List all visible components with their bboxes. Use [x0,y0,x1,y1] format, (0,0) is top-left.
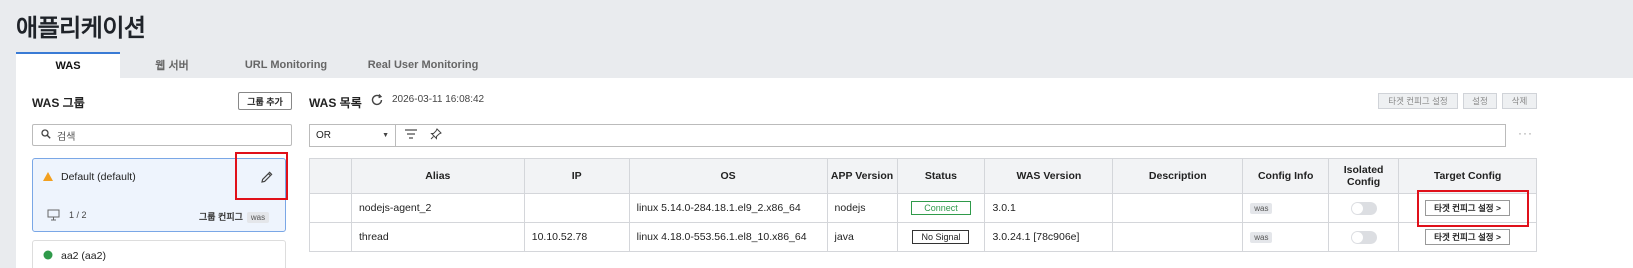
config-info-cell: was [1242,193,1330,223]
was-list-title: WAS 목록 [309,96,362,110]
settings-button[interactable]: 설정 [1463,93,1497,109]
pin-icon[interactable] [430,127,442,145]
os-cell: linux 4.18.0-553.56.1.el8_10.x86_64 [628,222,828,252]
status-cell: Connect [896,193,986,223]
tab-web-server[interactable]: 웹 서버 [120,52,224,78]
filter-icon[interactable] [404,127,418,145]
table-row[interactable]: thread 10.10.52.78 linux 4.18.0-553.56.1… [309,222,1537,252]
column-header[interactable]: Config Info [1242,158,1330,194]
main-panel: WAS 그룹 그룹 추가 검색 Default (default) 1 / 2 … [16,78,1633,268]
monitor-icon [47,208,61,226]
column-header[interactable]: Description [1112,158,1244,194]
column-header-select[interactable] [309,158,352,194]
group-name: Default (default) [61,171,136,183]
description-cell [1112,193,1244,223]
table-row[interactable]: nodejs-agent_2 linux 5.14.0-284.18.1.el9… [309,193,1537,223]
config-info-cell: was [1242,222,1330,252]
highlight-box-target-config [1417,190,1529,227]
delete-button[interactable]: 삭제 [1502,93,1537,109]
isolated-config-cell [1328,222,1400,252]
alias-cell: thread [350,222,525,252]
column-header[interactable]: Alias [350,158,525,194]
tab-was[interactable]: WAS [16,52,120,78]
alias-cell: nodejs-agent_2 [350,193,525,223]
group-card-aa2[interactable]: aa2 (aa2) [32,240,286,268]
was-version-cell: 3.0.24.1 [78c906e] [984,222,1114,252]
was-version-cell: 3.0.1 [984,193,1114,223]
column-header[interactable]: Isolated Config [1328,158,1400,194]
operator-select[interactable]: OR ▼ [310,125,396,146]
highlight-box-edit [235,152,288,200]
status-badge: No Signal [912,230,970,244]
target-config-button[interactable]: 타겟 컨피그 설정 [1378,93,1458,109]
group-config-text: 그룹 컨피그 [199,212,243,222]
last-updated-timestamp: 2026-03-11 16:08:42 [392,94,485,105]
config-chip: was [1250,203,1273,214]
column-header[interactable]: APP Version [826,158,898,194]
column-header[interactable]: Status [896,158,986,194]
chevron-down-icon: ▼ [382,132,389,139]
table-header-row: Alias IP OS APP Version Status WAS Versi… [309,158,1537,194]
warning-icon [43,172,53,181]
os-cell: linux 5.14.0-284.18.1.el9_2.x86_64 [628,193,828,223]
app-version-cell: nodejs [826,193,898,223]
refresh-icon[interactable] [370,93,384,112]
group-title: WAS 그룹 [32,96,85,110]
description-cell [1112,222,1244,252]
group-config-chip: was [246,212,270,223]
more-options-icon[interactable]: ··· [1518,126,1533,140]
filter-bar: OR ▼ [309,124,1506,147]
add-group-button[interactable]: 그룹 추가 [238,92,292,110]
group-config-label: 그룹 컨피그 was [199,210,270,223]
column-header[interactable]: Target Config [1398,158,1537,194]
search-icon [41,126,51,144]
status-cell: No Signal [896,222,986,252]
ip-cell: 10.10.52.78 [523,222,630,252]
column-header[interactable]: WAS Version [984,158,1114,194]
was-table: Alias IP OS APP Version Status WAS Versi… [309,158,1537,252]
isolated-config-toggle[interactable] [1350,201,1377,215]
search-placeholder: 검색 [57,131,76,143]
isolated-config-toggle[interactable] [1350,230,1377,244]
app-version-cell: java [826,222,898,252]
status-badge: Connect [911,201,971,215]
row-select-cell[interactable] [309,222,352,252]
ok-status-icon [43,250,53,260]
column-header[interactable]: IP [523,158,630,194]
group-search-input[interactable]: 검색 [32,124,292,146]
group-instance-count: 1 / 2 [69,210,87,220]
group-name: aa2 (aa2) [61,250,106,262]
isolated-config-cell [1328,193,1400,223]
operator-value: OR [316,130,331,141]
target-config-row-button[interactable]: 타겟 컨피그 설정 > [1425,229,1510,245]
tab-url-monitoring[interactable]: URL Monitoring [224,52,348,78]
ip-cell [523,193,630,223]
tab-real-user-monitoring[interactable]: Real User Monitoring [348,52,498,78]
row-select-cell[interactable] [309,193,352,223]
column-header[interactable]: OS [628,158,828,194]
page-title: 애플리케이션 [16,14,146,42]
tab-bar: WAS 웹 서버 URL Monitoring Real User Monito… [16,52,1633,78]
config-chip: was [1250,232,1273,243]
